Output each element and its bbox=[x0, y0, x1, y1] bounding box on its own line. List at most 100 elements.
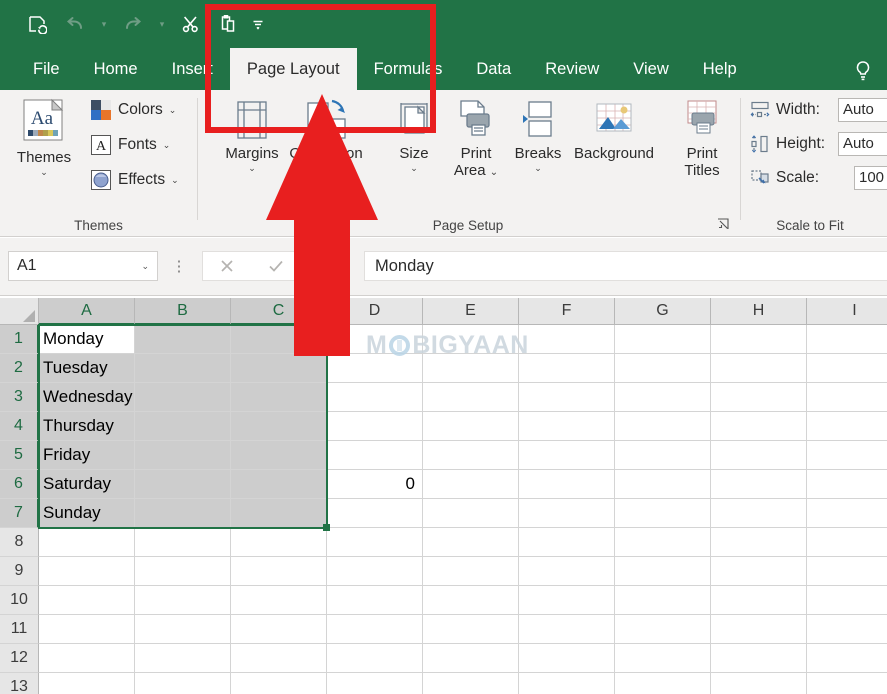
cell-C2[interactable] bbox=[231, 354, 327, 383]
cell-D3[interactable] bbox=[327, 383, 423, 412]
cell-F13[interactable] bbox=[519, 673, 615, 694]
cell-E3[interactable] bbox=[423, 383, 519, 412]
undo-arrow-icon[interactable] bbox=[56, 9, 94, 39]
cell-H9[interactable] bbox=[711, 557, 807, 586]
cell-I2[interactable] bbox=[807, 354, 887, 383]
cell-D7[interactable] bbox=[327, 499, 423, 528]
cell-C1[interactable] bbox=[231, 325, 327, 354]
column-header-I[interactable]: I bbox=[807, 298, 887, 325]
cell-G2[interactable] bbox=[615, 354, 711, 383]
cell-A12[interactable] bbox=[39, 644, 135, 673]
cell-I12[interactable] bbox=[807, 644, 887, 673]
tab-formulas[interactable]: Formulas bbox=[357, 48, 460, 90]
cell-I8[interactable] bbox=[807, 528, 887, 557]
theme-effects-chevron-down-icon[interactable]: ⌄ bbox=[171, 175, 179, 186]
more-options-icon[interactable]: ⋮ bbox=[172, 252, 187, 280]
column-header-C[interactable]: C bbox=[231, 298, 327, 325]
row-header-6[interactable]: 6 bbox=[0, 470, 39, 499]
cell-D12[interactable] bbox=[327, 644, 423, 673]
lightbulb-icon[interactable] bbox=[849, 57, 877, 85]
fit-height-input[interactable]: Auto bbox=[838, 132, 887, 156]
cell-E6[interactable] bbox=[423, 470, 519, 499]
theme-colors-chevron-down-icon[interactable]: ⌄ bbox=[169, 105, 177, 116]
cell-B11[interactable] bbox=[135, 615, 231, 644]
column-header-D[interactable]: D bbox=[327, 298, 423, 325]
cell-G6[interactable] bbox=[615, 470, 711, 499]
tab-data[interactable]: Data bbox=[459, 48, 528, 90]
insert-function-icon[interactable] bbox=[300, 257, 349, 275]
cell-F6[interactable] bbox=[519, 470, 615, 499]
column-header-B[interactable]: B bbox=[135, 298, 231, 325]
cell-B6[interactable] bbox=[135, 470, 231, 499]
cell-C7[interactable] bbox=[231, 499, 327, 528]
cell-G12[interactable] bbox=[615, 644, 711, 673]
customize-qat-icon[interactable] bbox=[248, 9, 268, 39]
cell-H3[interactable] bbox=[711, 383, 807, 412]
cell-D10[interactable] bbox=[327, 586, 423, 615]
name-box-chevron-down-icon[interactable]: ⌄ bbox=[141, 261, 149, 272]
cell-F10[interactable] bbox=[519, 586, 615, 615]
scissors-icon[interactable] bbox=[172, 9, 210, 39]
cell-I4[interactable] bbox=[807, 412, 887, 441]
undo-dropdown-chevron-down-icon[interactable]: ▾ bbox=[94, 9, 114, 39]
cell-B4[interactable] bbox=[135, 412, 231, 441]
cell-G1[interactable] bbox=[615, 325, 711, 354]
fit-width-input[interactable]: Auto bbox=[838, 98, 887, 122]
cell-A7[interactable]: Sunday bbox=[39, 499, 135, 528]
cell-G7[interactable] bbox=[615, 499, 711, 528]
column-header-A[interactable]: A bbox=[39, 298, 135, 325]
name-box[interactable]: A1 ⌄ bbox=[8, 251, 158, 281]
themes-chevron-down-icon[interactable]: ⌄ bbox=[40, 167, 48, 177]
row-header-3[interactable]: 3 bbox=[0, 383, 39, 412]
cell-E13[interactable] bbox=[423, 673, 519, 694]
cell-C8[interactable] bbox=[231, 528, 327, 557]
row-header-4[interactable]: 4 bbox=[0, 412, 39, 441]
cell-H13[interactable] bbox=[711, 673, 807, 694]
cell-B7[interactable] bbox=[135, 499, 231, 528]
cell-H1[interactable] bbox=[711, 325, 807, 354]
cell-A2[interactable]: Tuesday bbox=[39, 354, 135, 383]
cell-D6[interactable]: 0 bbox=[327, 470, 423, 499]
cell-I10[interactable] bbox=[807, 586, 887, 615]
cell-D11[interactable] bbox=[327, 615, 423, 644]
cell-E5[interactable] bbox=[423, 441, 519, 470]
row-header-12[interactable]: 12 bbox=[0, 644, 39, 673]
size-chevron-down-icon[interactable]: ⌄ bbox=[410, 163, 418, 173]
cell-B9[interactable] bbox=[135, 557, 231, 586]
cell-I6[interactable] bbox=[807, 470, 887, 499]
cell-F5[interactable] bbox=[519, 441, 615, 470]
cell-G5[interactable] bbox=[615, 441, 711, 470]
cell-A5[interactable]: Friday bbox=[39, 441, 135, 470]
cell-C9[interactable] bbox=[231, 557, 327, 586]
row-header-7[interactable]: 7 bbox=[0, 499, 39, 528]
cell-I11[interactable] bbox=[807, 615, 887, 644]
cell-H5[interactable] bbox=[711, 441, 807, 470]
cell-H10[interactable] bbox=[711, 586, 807, 615]
save-refresh-icon[interactable] bbox=[18, 9, 56, 39]
cell-F7[interactable] bbox=[519, 499, 615, 528]
cell-C6[interactable] bbox=[231, 470, 327, 499]
tab-home[interactable]: Home bbox=[77, 48, 155, 90]
cell-F1[interactable] bbox=[519, 325, 615, 354]
cell-F3[interactable] bbox=[519, 383, 615, 412]
cell-A13[interactable] bbox=[39, 673, 135, 694]
cell-E4[interactable] bbox=[423, 412, 519, 441]
row-header-2[interactable]: 2 bbox=[0, 354, 39, 383]
margins-chevron-down-icon[interactable]: ⌄ bbox=[248, 163, 256, 173]
row-header-1[interactable]: 1 bbox=[0, 325, 39, 354]
cell-A8[interactable] bbox=[39, 528, 135, 557]
cell-C11[interactable] bbox=[231, 615, 327, 644]
cell-D13[interactable] bbox=[327, 673, 423, 694]
cell-E7[interactable] bbox=[423, 499, 519, 528]
cell-H6[interactable] bbox=[711, 470, 807, 499]
cell-H7[interactable] bbox=[711, 499, 807, 528]
cell-B10[interactable] bbox=[135, 586, 231, 615]
cell-A4[interactable]: Thursday bbox=[39, 412, 135, 441]
column-header-F[interactable]: F bbox=[519, 298, 615, 325]
cell-I9[interactable] bbox=[807, 557, 887, 586]
cell-G13[interactable] bbox=[615, 673, 711, 694]
orientation-chevron-down-icon[interactable]: ⌄ bbox=[322, 163, 330, 173]
cell-A3[interactable]: Wednesday bbox=[39, 383, 135, 412]
cell-G4[interactable] bbox=[615, 412, 711, 441]
cell-C4[interactable] bbox=[231, 412, 327, 441]
